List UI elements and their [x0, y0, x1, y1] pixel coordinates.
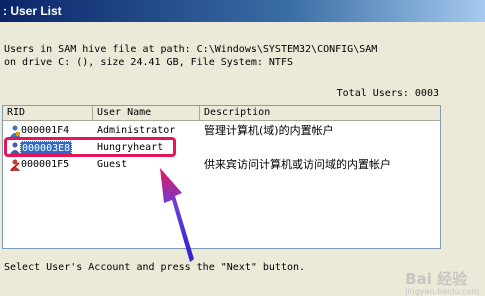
instruction-text: Select User's Account and press the "Nex…: [4, 262, 306, 273]
baidu-watermark: Bai 经验 jingyan.baidu.com: [405, 270, 479, 296]
pointer-arrow-icon: [160, 168, 194, 262]
